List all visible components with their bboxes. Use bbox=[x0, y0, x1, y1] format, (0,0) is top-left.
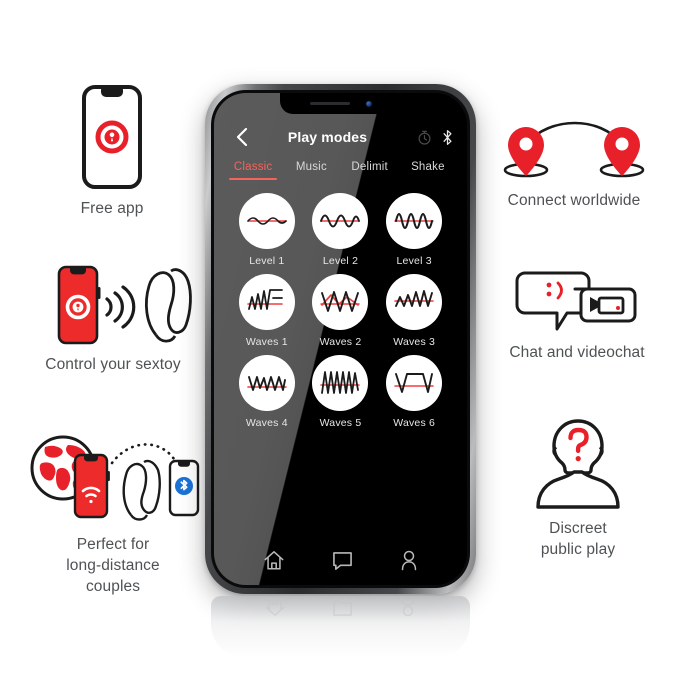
feature-chat-videochat: Chat and videochat bbox=[482, 268, 672, 363]
feature-free-app: Free app bbox=[18, 82, 206, 219]
mode-waves-5[interactable]: Waves 5 bbox=[304, 355, 378, 429]
wave-disc bbox=[238, 274, 295, 330]
mode-waves-4[interactable]: Waves 4 bbox=[230, 355, 304, 429]
ramp-up-flat-wave-icon bbox=[247, 289, 283, 310]
nav-profile-button[interactable] bbox=[400, 550, 418, 571]
mode-level-1[interactable]: Level 1 bbox=[230, 193, 304, 267]
wave-disc bbox=[312, 193, 369, 249]
phone-with-app-logo-icon bbox=[18, 82, 206, 192]
page-title: Play modes bbox=[287, 129, 368, 145]
tab-music[interactable]: Music bbox=[282, 161, 340, 180]
back-button[interactable] bbox=[228, 127, 254, 147]
mode-label: Waves 5 bbox=[319, 417, 362, 429]
timer-icon[interactable] bbox=[417, 130, 432, 145]
wave-disc bbox=[238, 355, 295, 411]
mode-level-3[interactable]: Level 3 bbox=[377, 193, 451, 267]
wave-disc bbox=[238, 193, 295, 249]
phone-notch bbox=[279, 93, 402, 114]
promo-infographic: Free app Control your sextoy Perfect for… bbox=[0, 0, 680, 680]
phone-screen: Play modes Classic Music Delimit Shake L… bbox=[214, 93, 467, 585]
tab-delimit[interactable]: Delimit bbox=[341, 161, 399, 180]
front-camera-dot-icon bbox=[365, 100, 372, 107]
nav-chat-button[interactable] bbox=[332, 551, 353, 571]
phone-mockup: Play modes Classic Music Delimit Shake L… bbox=[205, 84, 476, 594]
phone-signal-toy-icon bbox=[14, 262, 212, 348]
phone-reflection bbox=[211, 596, 470, 658]
sine-high-wave-icon bbox=[394, 213, 434, 229]
two-map-pins-arc-icon bbox=[476, 118, 672, 184]
home-icon bbox=[264, 551, 284, 570]
sawtooth-tall-wave-icon bbox=[320, 371, 361, 394]
chat-icon-reflection bbox=[333, 598, 352, 616]
tab-shake[interactable]: Shake bbox=[399, 161, 457, 180]
feature-control-sextoy: Control your sextoy bbox=[14, 262, 212, 375]
earpiece-speaker-icon bbox=[309, 101, 350, 106]
phone-bezel: Play modes Classic Music Delimit Shake L… bbox=[211, 90, 470, 588]
chat-icon bbox=[333, 551, 352, 570]
feature-discreet-public-play: Discreet public play bbox=[486, 416, 670, 560]
profile-icon bbox=[401, 550, 416, 571]
feature-caption: Discreet public play bbox=[540, 520, 616, 558]
feature-long-distance: Perfect for long-distance couples bbox=[14, 432, 212, 597]
zigzag-dense-wave-icon bbox=[247, 376, 287, 391]
bluetooth-icon[interactable] bbox=[442, 129, 453, 146]
square-plateau-wave-icon bbox=[394, 373, 434, 393]
reflected-nav bbox=[211, 596, 470, 629]
feature-caption: Control your sextoy bbox=[45, 356, 181, 373]
chevron-left-icon bbox=[236, 127, 247, 147]
play-modes-grid: Level 1 Level 2 Level 3 Waves 1 Waves 2 … bbox=[214, 180, 467, 429]
mode-waves-6[interactable]: Waves 6 bbox=[377, 355, 451, 429]
home-icon-reflection bbox=[265, 597, 285, 616]
wave-disc bbox=[386, 274, 443, 330]
mode-label: Level 2 bbox=[322, 255, 359, 267]
speech-bubbles-video-icon bbox=[482, 268, 672, 336]
sine-low-wave-icon bbox=[247, 217, 287, 225]
feature-caption: Chat and videochat bbox=[509, 344, 645, 361]
mode-label: Waves 1 bbox=[245, 336, 288, 348]
mode-label: Waves 4 bbox=[245, 417, 288, 429]
zigzag-rising-wave-icon bbox=[394, 290, 434, 307]
app-header: Play modes bbox=[214, 115, 467, 159]
feature-connect-worldwide: Connect worldwide bbox=[476, 118, 672, 211]
mode-label: Level 3 bbox=[396, 255, 432, 267]
sine-mid-wave-icon bbox=[320, 214, 361, 228]
mode-tabs: Classic Music Delimit Shake bbox=[214, 161, 467, 180]
wave-disc bbox=[312, 355, 369, 411]
person-question-mark-icon bbox=[486, 416, 670, 512]
zigzag-wide-wave-icon bbox=[320, 291, 361, 312]
profile-icon-reflection bbox=[400, 596, 416, 617]
mode-level-2[interactable]: Level 2 bbox=[304, 193, 378, 267]
nav-home-button[interactable] bbox=[263, 550, 285, 571]
mode-label: Waves 6 bbox=[393, 417, 436, 429]
wave-disc bbox=[386, 193, 443, 249]
header-actions bbox=[401, 129, 453, 146]
mode-waves-1[interactable]: Waves 1 bbox=[230, 274, 304, 348]
feature-caption: Perfect for long-distance couples bbox=[66, 536, 160, 595]
mode-waves-3[interactable]: Waves 3 bbox=[377, 274, 451, 348]
mode-label: Level 1 bbox=[249, 255, 285, 267]
mode-label: Waves 2 bbox=[319, 336, 362, 348]
tab-classic[interactable]: Classic bbox=[224, 161, 282, 180]
globe-phone-toy-bluetooth-icon bbox=[14, 432, 212, 528]
mode-waves-2[interactable]: Waves 2 bbox=[304, 274, 378, 348]
mode-label: Waves 3 bbox=[393, 336, 436, 348]
feature-caption: Free app bbox=[80, 200, 144, 217]
wave-disc bbox=[386, 355, 443, 411]
bottom-navigation bbox=[214, 550, 467, 571]
feature-caption: Connect worldwide bbox=[507, 192, 641, 209]
wave-disc bbox=[312, 274, 369, 330]
